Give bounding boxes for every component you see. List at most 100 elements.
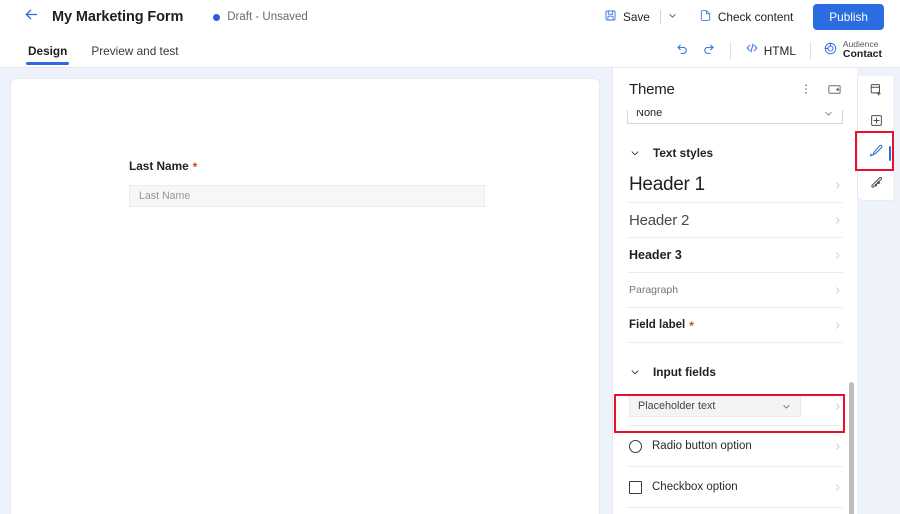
status-badge: Draft - Unsaved [213, 11, 308, 23]
theme-panel-header-actions [797, 80, 843, 98]
header-actions: Save Check content [596, 4, 900, 30]
rail-button-theme[interactable] [858, 138, 894, 169]
save-button[interactable]: Save [596, 4, 658, 30]
document-check-icon [699, 9, 712, 25]
rail-button-magic-wand[interactable] [858, 169, 894, 200]
chevron-right-icon [832, 441, 843, 452]
chevron-right-icon [832, 285, 843, 296]
page-title: My Marketing Form [52, 9, 183, 25]
chevron-right-icon[interactable] [832, 401, 843, 412]
theme-panel-header: Theme [613, 68, 857, 110]
section-title-input-fields: Input fields [653, 365, 716, 379]
rail-button-form-layout[interactable] [858, 76, 894, 107]
html-button[interactable]: HTML [739, 38, 802, 64]
theme-select-value: None [636, 110, 662, 119]
target-icon [823, 41, 838, 61]
checkbox-option-label: Checkbox option [652, 481, 738, 493]
code-brackets-icon [745, 41, 759, 60]
undo-button[interactable] [670, 38, 696, 64]
save-label: Save [623, 10, 650, 24]
section-title-text-styles: Text styles [653, 146, 713, 160]
app-root: My Marketing Form Draft - Unsaved Save [0, 0, 900, 514]
theme-select[interactable]: None [627, 110, 843, 124]
save-dropdown-button[interactable] [663, 4, 683, 30]
style-row-header-3[interactable]: Header 3 [613, 238, 857, 272]
chevron-right-icon [832, 482, 843, 493]
checkbox-square-icon [629, 481, 642, 494]
chevron-down-icon [667, 8, 678, 26]
style-label-header-3: Header 3 [629, 248, 682, 262]
chevron-right-icon [832, 180, 843, 191]
audience-contact-label: Audience Contact [843, 40, 882, 61]
panel-scrollbar-thumb[interactable] [849, 382, 854, 514]
form-preview-card[interactable]: Last Name * Last Name [10, 78, 600, 514]
arrow-left-icon [23, 6, 40, 28]
tab-list: Design Preview and test [20, 34, 187, 68]
divider [627, 342, 843, 343]
placeholder-text-value: Placeholder text [638, 400, 715, 412]
required-asterisk: * [193, 161, 198, 173]
chevron-right-icon [832, 215, 843, 226]
status-text: Draft - Unsaved [227, 11, 308, 23]
chevron-right-icon [832, 250, 843, 261]
style-label-paragraph: Paragraph [629, 284, 678, 296]
theme-panel-title: Theme [629, 81, 675, 98]
input-row-radio-button-option[interactable]: Radio button option [613, 426, 857, 466]
form-field-last-name[interactable]: Last Name * Last Name [129, 159, 485, 207]
panel-collapse-icon[interactable] [825, 80, 843, 98]
theme-panel-scroll-region: None Text styles Header 1 [613, 110, 857, 514]
rail-button-add-element[interactable] [858, 107, 894, 138]
theme-panel: Theme None [612, 68, 857, 514]
redo-arrow-icon [701, 41, 716, 61]
chevron-down-icon [629, 366, 641, 378]
right-icon-rail [857, 68, 900, 514]
style-row-header-1[interactable]: Header 1 [613, 168, 857, 202]
audience-line2: Contact [843, 49, 882, 61]
style-label-field-label: Field label * [629, 319, 694, 331]
chevron-down-icon [781, 401, 792, 412]
html-label: HTML [764, 44, 796, 58]
last-name-input[interactable]: Last Name [129, 185, 485, 207]
tab-preview-and-test[interactable]: Preview and test [83, 34, 186, 68]
floppy-disk-icon [604, 9, 617, 25]
rail-active-indicator [889, 146, 892, 161]
more-vertical-icon[interactable] [797, 80, 815, 98]
top-header-bar: My Marketing Form Draft - Unsaved Save [0, 0, 900, 34]
tab-design-label: Design [28, 44, 67, 58]
input-row-placeholder-text[interactable]: Placeholder text [613, 387, 857, 425]
chevron-down-icon [629, 147, 641, 159]
placeholder-text-select[interactable]: Placeholder text [629, 395, 801, 417]
style-row-field-label[interactable]: Field label * [613, 308, 857, 342]
theme-brush-icon [868, 143, 884, 164]
toolbar-divider-1 [730, 42, 731, 60]
input-row-checkbox-option[interactable]: Checkbox option [613, 467, 857, 507]
style-row-paragraph[interactable]: Paragraph [613, 273, 857, 307]
style-row-header-2[interactable]: Header 2 [613, 203, 857, 237]
toolbar-divider-2 [810, 42, 811, 60]
check-content-button[interactable]: Check content [691, 4, 801, 30]
status-dot-icon [213, 14, 220, 21]
tabs-toolbar: Design Preview and test [0, 34, 900, 68]
redo-button[interactable] [696, 38, 722, 64]
required-asterisk: * [689, 320, 694, 332]
publish-button[interactable]: Publish [813, 4, 884, 30]
last-name-input-placeholder: Last Name [139, 190, 190, 202]
toolbar-actions: HTML Audience Contact [670, 36, 900, 66]
radio-option-label: Radio button option [652, 440, 752, 452]
tab-preview-label: Preview and test [91, 44, 178, 58]
form-layout-icon [869, 82, 884, 102]
style-label-header-1: Header 1 [629, 174, 705, 196]
style-label-header-2: Header 2 [629, 212, 689, 229]
style-label-field-label-text: Field label [629, 319, 685, 331]
divider [627, 507, 843, 508]
right-rail-card [857, 76, 893, 201]
tab-design[interactable]: Design [20, 34, 75, 68]
form-canvas-area: Last Name * Last Name [0, 68, 612, 514]
chevron-right-icon [832, 320, 843, 331]
section-header-input-fields[interactable]: Input fields [613, 357, 857, 387]
audience-contact-button[interactable]: Audience Contact [819, 36, 886, 66]
magic-wand-icon [869, 175, 884, 195]
check-content-label: Check content [718, 10, 793, 24]
back-button[interactable] [16, 2, 46, 32]
section-header-text-styles[interactable]: Text styles [613, 138, 857, 168]
